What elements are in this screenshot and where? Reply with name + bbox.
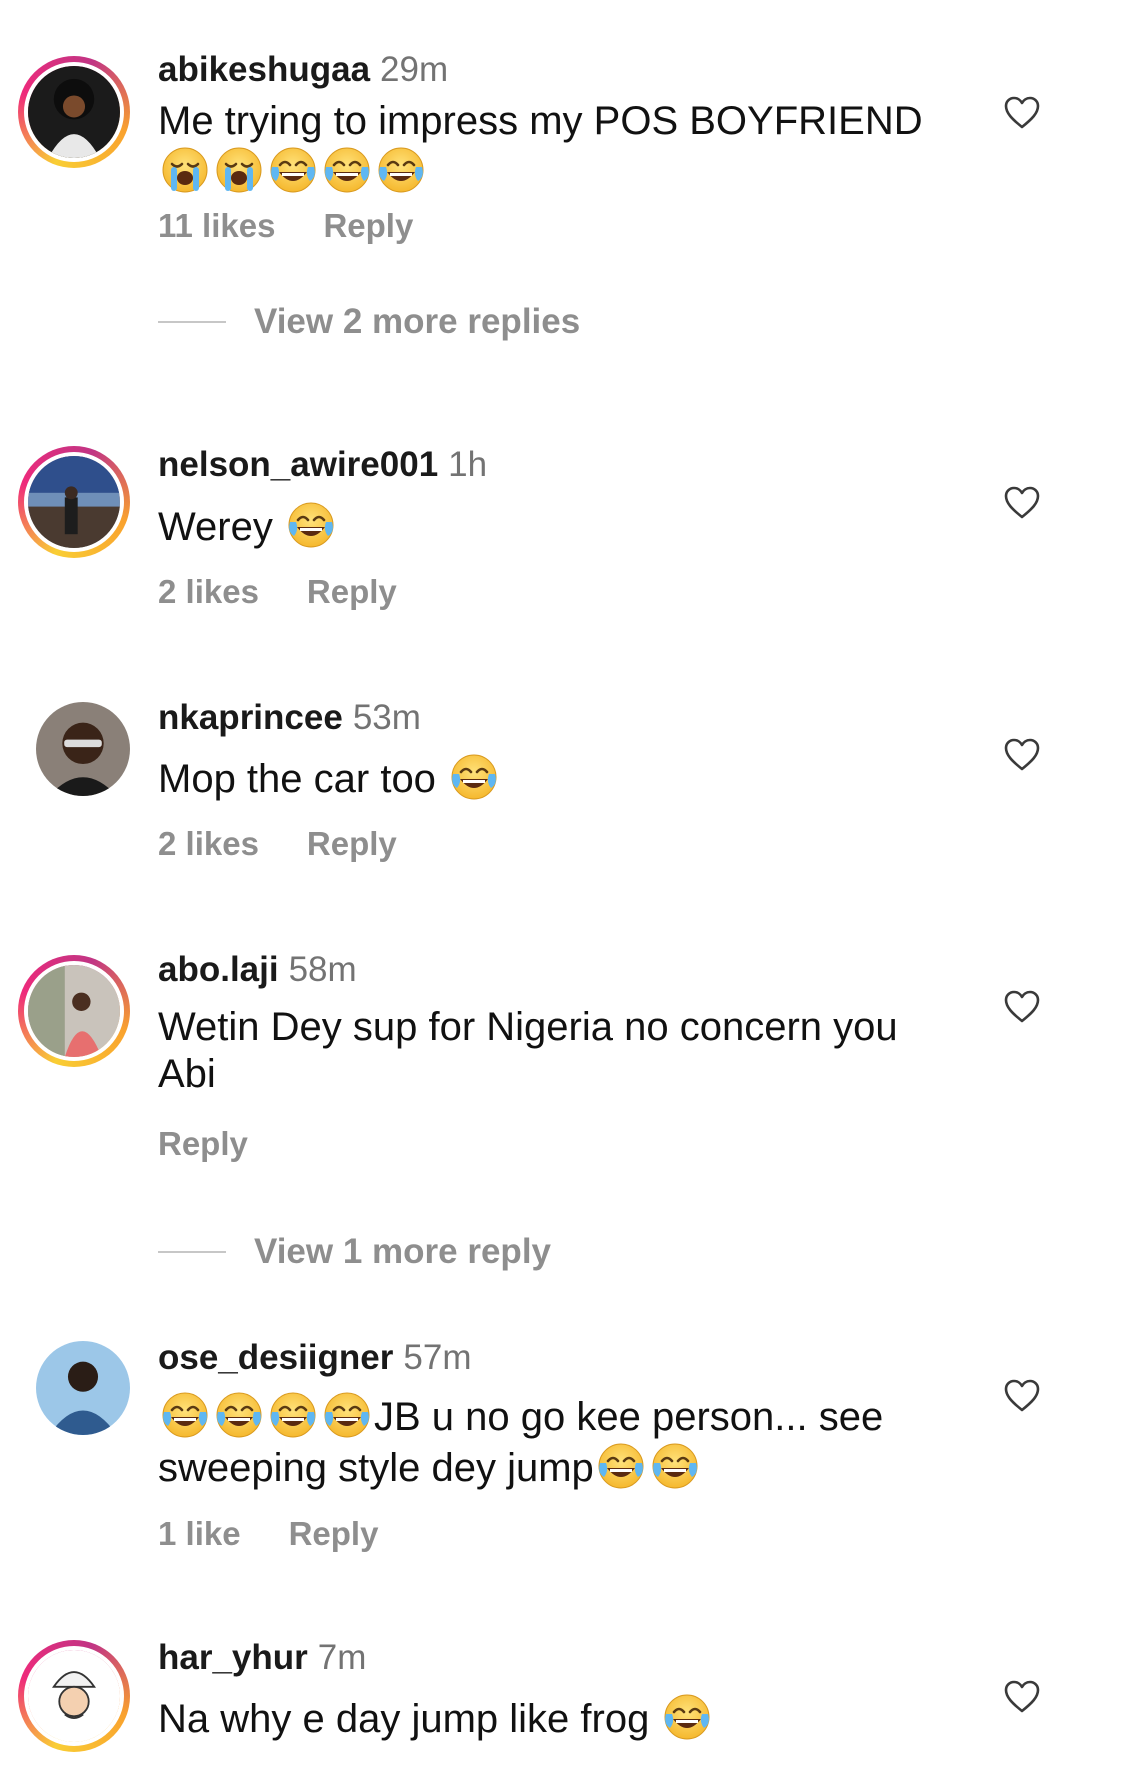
comment-text: Na why e day jump like frog bbox=[158, 1692, 958, 1743]
reply-button[interactable]: Reply bbox=[307, 825, 397, 862]
avatar-image bbox=[36, 702, 130, 796]
tears-of-joy-emoji bbox=[449, 752, 499, 802]
comment-header: abikeshugaa 29m bbox=[158, 50, 448, 90]
comment-text: Wetin Dey sup for Nigeria no concern you… bbox=[158, 1004, 958, 1098]
comment-meta: 2 likes Reply bbox=[158, 824, 397, 864]
avatar[interactable] bbox=[18, 446, 130, 558]
avatar-image bbox=[28, 66, 120, 158]
username[interactable]: nkaprincee bbox=[158, 698, 343, 737]
heart-outline-icon[interactable] bbox=[1004, 738, 1040, 772]
heart-outline-icon[interactable] bbox=[1004, 990, 1040, 1024]
timestamp: 1h bbox=[448, 445, 488, 484]
comment-meta: Reply bbox=[158, 1124, 248, 1164]
tears-of-joy-emoji bbox=[376, 145, 426, 195]
avatar-image bbox=[36, 1341, 130, 1435]
username[interactable]: abikeshugaa bbox=[158, 50, 370, 89]
tears-of-joy-emoji bbox=[650, 1441, 700, 1491]
likes-count[interactable]: 11 likes bbox=[158, 207, 275, 244]
timestamp: 53m bbox=[352, 698, 421, 737]
likes-count[interactable]: 2 likes bbox=[158, 825, 259, 862]
view-more-label: View 2 more replies bbox=[254, 302, 581, 341]
tears-of-joy-emoji bbox=[268, 145, 318, 195]
tears-of-joy-emoji bbox=[596, 1441, 646, 1491]
comment-header: nelson_awire001 1h bbox=[158, 445, 487, 485]
likes-count[interactable]: 2 likes bbox=[158, 573, 259, 610]
heart-outline-icon[interactable] bbox=[1004, 486, 1040, 520]
timestamp: 57m bbox=[403, 1338, 472, 1377]
reply-button[interactable]: Reply bbox=[158, 1125, 248, 1162]
view-more-replies-button[interactable]: View 2 more replies bbox=[158, 302, 580, 342]
divider-line bbox=[158, 320, 226, 323]
reply-button[interactable]: Reply bbox=[323, 207, 413, 244]
comment-text: JB u no go kee person... see sweeping st… bbox=[158, 1390, 948, 1492]
likes-count[interactable]: 1 like bbox=[158, 1515, 241, 1552]
reply-button[interactable]: Reply bbox=[289, 1515, 379, 1552]
comment-body: Wetin Dey sup for Nigeria no concern you… bbox=[158, 1005, 898, 1096]
comment-header: har_yhur 7m bbox=[158, 1638, 366, 1678]
heart-outline-icon[interactable] bbox=[1004, 1379, 1040, 1413]
view-more-label: View 1 more reply bbox=[254, 1232, 552, 1271]
tears-of-joy-emoji bbox=[286, 500, 336, 550]
reply-button[interactable]: Reply bbox=[307, 573, 397, 610]
comment-meta: 2 likes Reply bbox=[158, 572, 397, 612]
comment-meta: 11 likes Reply bbox=[158, 206, 413, 246]
tears-of-joy-emoji bbox=[268, 1390, 318, 1440]
comment-text: Me trying to impress my POS BOYFRIEND bbox=[158, 98, 958, 196]
comment-text: Mop the car too bbox=[158, 752, 958, 803]
tears-of-joy-emoji bbox=[214, 1390, 264, 1440]
avatar[interactable] bbox=[18, 56, 130, 168]
avatar[interactable] bbox=[18, 955, 130, 1067]
comment-body: JB u no go kee person... see sweeping st… bbox=[158, 1395, 884, 1490]
username[interactable]: abo.laji bbox=[158, 950, 279, 989]
username[interactable]: har_yhur bbox=[158, 1638, 308, 1677]
avatar[interactable] bbox=[18, 1640, 130, 1752]
divider-line bbox=[158, 1250, 226, 1253]
view-more-replies-button[interactable]: View 1 more reply bbox=[158, 1232, 551, 1272]
comment-text: Werey bbox=[158, 500, 958, 551]
timestamp: 29m bbox=[380, 50, 449, 89]
heart-outline-icon[interactable] bbox=[1004, 1680, 1040, 1714]
comment-body: Mop the car too bbox=[158, 757, 436, 801]
username[interactable]: ose_desiigner bbox=[158, 1338, 393, 1377]
tears-of-joy-emoji bbox=[322, 1390, 372, 1440]
comment-header: nkaprincee 53m bbox=[158, 698, 421, 738]
comment-meta: 1 like Reply bbox=[158, 1514, 378, 1554]
comment-body: Me trying to impress my POS BOYFRIEND bbox=[158, 99, 923, 143]
loudly-crying-face-emoji bbox=[160, 145, 210, 195]
avatar-image bbox=[28, 965, 120, 1057]
comment-body: Na why e day jump like frog bbox=[158, 1697, 650, 1741]
tears-of-joy-emoji bbox=[662, 1692, 712, 1742]
username[interactable]: nelson_awire001 bbox=[158, 445, 438, 484]
timestamp: 7m bbox=[317, 1638, 367, 1677]
avatar-image bbox=[28, 456, 120, 548]
comment-body: Werey bbox=[158, 505, 273, 549]
loudly-crying-face-emoji bbox=[214, 145, 264, 195]
comment-header: abo.laji 58m bbox=[158, 950, 357, 990]
tears-of-joy-emoji bbox=[160, 1390, 210, 1440]
heart-outline-icon[interactable] bbox=[1004, 96, 1040, 130]
avatar[interactable] bbox=[18, 702, 130, 814]
avatar-image bbox=[28, 1650, 120, 1742]
comment-header: ose_desiigner 57m bbox=[158, 1338, 471, 1378]
tears-of-joy-emoji bbox=[322, 145, 372, 195]
avatar[interactable] bbox=[18, 1341, 130, 1453]
timestamp: 58m bbox=[288, 950, 357, 989]
